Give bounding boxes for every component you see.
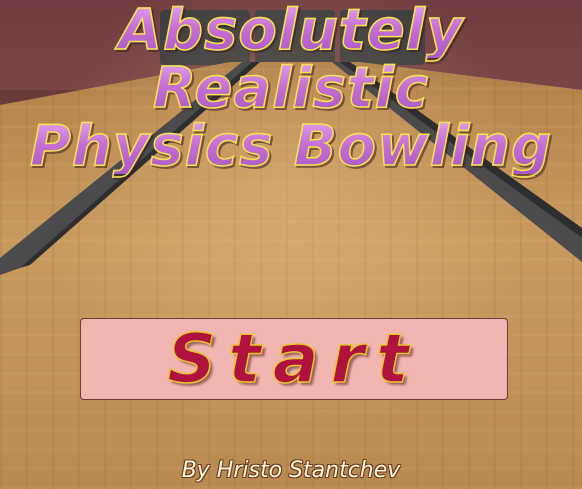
title-line-3: Physics Bowling [0,118,582,176]
game-title: Absolutely Realistic Physics Bowling [0,0,582,176]
title-line-1: Absolutely [0,2,582,60]
author-credit: By Hristo Stantchev [181,458,401,483]
start-button[interactable]: Start [80,318,508,400]
title-line-2: Realistic [0,60,582,118]
start-button-label: Start [167,319,421,400]
